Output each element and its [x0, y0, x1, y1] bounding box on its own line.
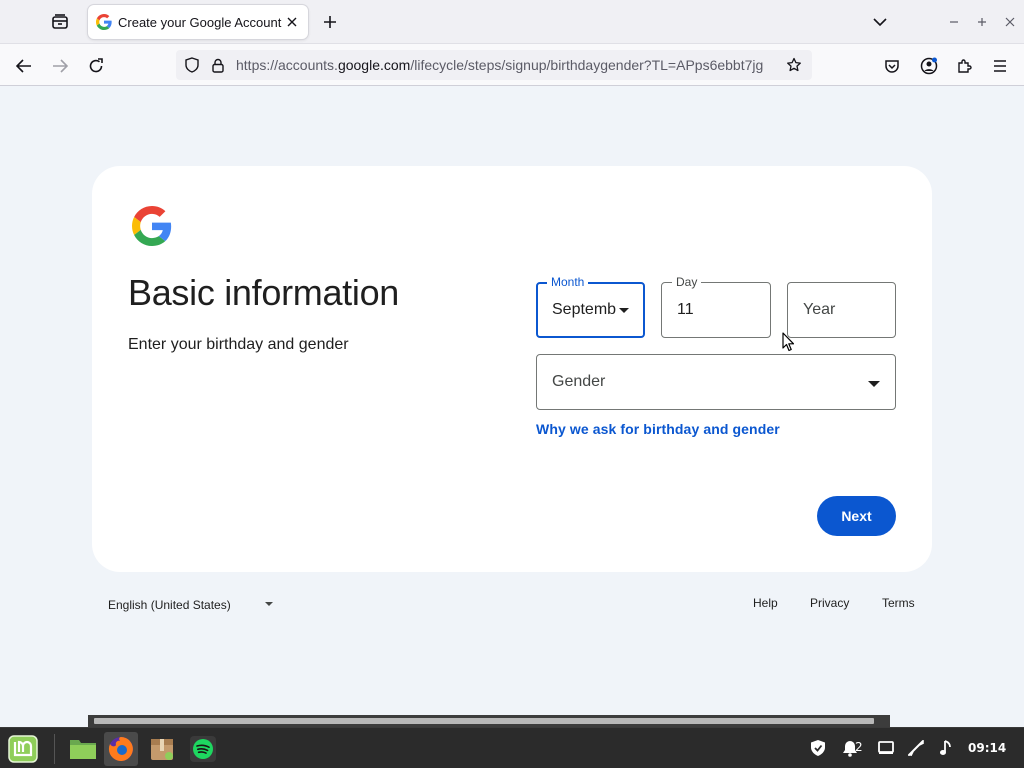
gender-select[interactable]: Gender: [536, 354, 896, 410]
url-text[interactable]: https://accounts.google.com/lifecycle/st…: [236, 57, 776, 73]
tab-title: Create your Google Account: [118, 14, 282, 30]
tab-google-account[interactable]: Create your Google Account: [88, 5, 308, 39]
dropdown-caret-icon: [265, 602, 273, 606]
help-link[interactable]: Help: [753, 596, 778, 610]
reload-icon[interactable]: [82, 52, 110, 80]
day-value: 11: [677, 301, 694, 318]
archive-manager-icon[interactable]: [145, 732, 179, 766]
dropdown-caret-icon: [619, 308, 629, 313]
taskbar: 2 09:14: [0, 727, 1024, 768]
gender-placeholder: Gender: [552, 373, 606, 390]
minimize-icon[interactable]: [944, 12, 964, 32]
url-domain: google.com: [337, 57, 411, 73]
bookmark-star-icon[interactable]: [780, 51, 808, 79]
taskbar-window-scroll[interactable]: [88, 715, 890, 727]
month-select[interactable]: Month Septemb: [536, 275, 645, 338]
year-placeholder: Year: [803, 301, 836, 318]
dropdown-caret-icon: [868, 381, 880, 387]
page-subtitle: Enter your birthday and gender: [128, 336, 349, 353]
account-icon[interactable]: [915, 52, 943, 80]
close-tab-icon[interactable]: [284, 14, 300, 30]
privacy-link[interactable]: Privacy: [810, 596, 849, 610]
google-logo-icon: [132, 206, 172, 246]
terms-link[interactable]: Terms: [882, 596, 915, 610]
menu-hamburger-icon[interactable]: [986, 52, 1014, 80]
url-path: /lifecycle/steps/signup/birthdaygender?T…: [410, 57, 764, 73]
forward-arrow-icon[interactable]: [46, 52, 74, 80]
spotify-icon[interactable]: [186, 732, 220, 766]
language-value: English (United States): [108, 598, 231, 612]
month-value: Septemb: [552, 301, 617, 318]
extensions-icon[interactable]: [950, 52, 978, 80]
browser-navbar: https://accounts.google.com/lifecycle/st…: [0, 44, 1024, 86]
day-label: Day: [672, 275, 702, 289]
network-icon[interactable]: [906, 738, 926, 758]
url-prefix: https://accounts.: [236, 57, 338, 73]
chevron-down-icon[interactable]: [868, 10, 892, 34]
mint-menu-icon[interactable]: [6, 732, 40, 766]
file-manager-icon[interactable]: [66, 732, 100, 766]
firefox-icon[interactable]: [104, 732, 138, 766]
mouse-cursor-icon: [782, 332, 794, 352]
shield-update-icon[interactable]: [808, 738, 828, 758]
sound-music-icon[interactable]: [936, 738, 956, 758]
day-input[interactable]: Day 11: [661, 275, 771, 338]
page-title: Basic information: [128, 272, 400, 313]
month-label: Month: [547, 275, 589, 289]
back-arrow-icon[interactable]: [10, 52, 38, 80]
browser-tab-strip: Create your Google Account: [0, 0, 1024, 44]
tracking-protection-shield-icon[interactable]: [178, 50, 206, 80]
clock[interactable]: 09:14: [968, 741, 1006, 755]
new-tab-icon[interactable]: [318, 10, 342, 34]
language-select[interactable]: English (United States): [108, 596, 278, 614]
maximize-icon[interactable]: [972, 12, 992, 32]
pocket-icon[interactable]: [878, 52, 906, 80]
why-birthday-gender-link[interactable]: Why we ask for birthday and gender: [536, 421, 780, 437]
url-bar[interactable]: https://accounts.google.com/lifecycle/st…: [176, 50, 812, 80]
lock-icon[interactable]: [206, 50, 230, 80]
scrollbar-thumb[interactable]: [94, 718, 874, 724]
display-icon[interactable]: [876, 738, 896, 758]
firefox-view-icon[interactable]: [44, 8, 76, 36]
next-button[interactable]: Next: [817, 496, 896, 536]
year-input[interactable]: Year: [787, 282, 896, 338]
google-favicon-icon: [96, 14, 112, 30]
notification-count: 2: [855, 740, 863, 754]
taskbar-separator: [54, 734, 55, 764]
close-window-icon[interactable]: [1000, 12, 1020, 32]
